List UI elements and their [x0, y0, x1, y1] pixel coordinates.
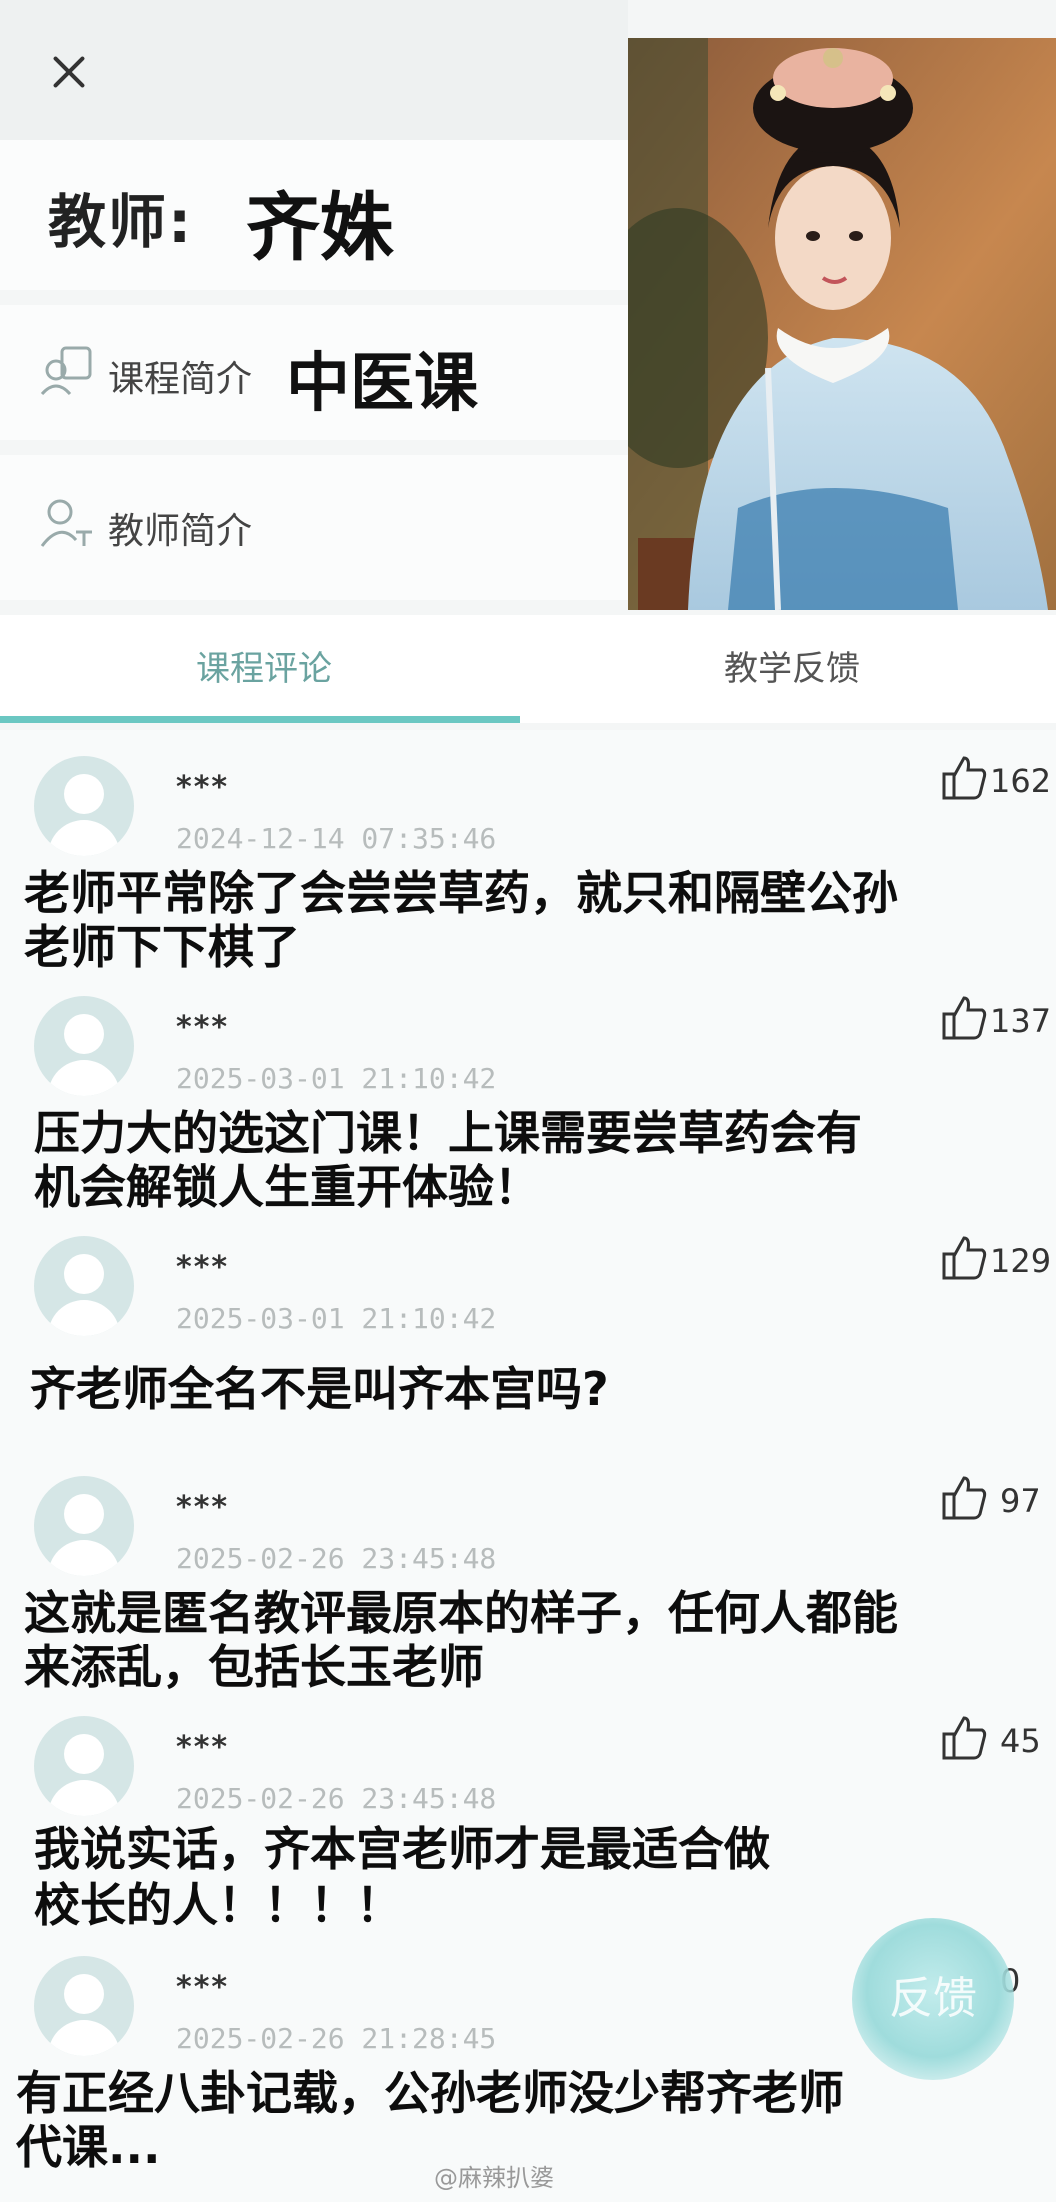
like-count: 162	[990, 762, 1052, 800]
comment-time: 2024-12-14 07:35:46	[176, 822, 497, 855]
tab-bar: 课程评论 教学反馈	[0, 615, 1056, 723]
comment-item: *** 2025-02-26 23:45:48 45 我说实话，齐本宫老师才是最…	[0, 1690, 1056, 1932]
course-intro-icon	[40, 346, 92, 396]
comment-time: 2025-02-26 21:28:45	[176, 2022, 497, 2055]
comment-text: 老师下下棋了	[24, 920, 300, 974]
comment-user: ***	[176, 1970, 230, 2005]
comment-text: 我说实话，齐本宫老师才是最适合做	[34, 1822, 770, 1876]
user-avatar-icon	[34, 1716, 134, 1816]
comment-user: ***	[176, 1250, 230, 1285]
thumbs-up-icon[interactable]	[940, 1714, 988, 1760]
teacher-intro-row[interactable]	[0, 455, 628, 600]
comment-time: 2025-02-26 23:45:48	[176, 1782, 497, 1815]
user-avatar-icon	[34, 1236, 134, 1336]
comment-time: 2025-02-26 23:45:48	[176, 1542, 497, 1575]
teacher-intro-icon	[40, 499, 92, 547]
user-avatar-icon	[34, 1956, 134, 2056]
comment-time: 2025-03-01 21:10:42	[176, 1302, 497, 1335]
like-count: 97	[1000, 1482, 1041, 1520]
comment-text: 来添乱，包括长玉老师	[24, 1640, 484, 1694]
comment-text: 老师平常除了会尝尝草药，就只和隔壁公孙	[24, 866, 898, 920]
feedback-button[interactable]: 反馈	[852, 1918, 1014, 2080]
comment-time: 2025-03-01 21:10:42	[176, 1062, 497, 1095]
watermark: @麻辣扒婆	[434, 2164, 554, 2192]
comment-item: *** 2025-03-01 21:10:42 129 齐老师全名不是叫齐本宫吗…	[0, 1210, 1056, 1450]
comment-item: *** 2024-12-14 07:35:46 162 老师平常除了会尝尝草药，…	[0, 730, 1056, 974]
like-count: 45	[1000, 1722, 1041, 1760]
thumbs-up-icon[interactable]	[940, 1474, 988, 1520]
comment-user: ***	[176, 770, 230, 805]
comment-item: *** 2025-02-26 23:45:48 97 这就是匿名教评最原本的样子…	[0, 1450, 1056, 1694]
comment-item: *** 2025-03-01 21:10:42 137 压力大的选这门课！上课需…	[0, 970, 1056, 1214]
teacher-intro-label: 教师简介	[108, 511, 253, 552]
like-count: 137	[990, 1002, 1052, 1040]
teacher-label: 教师:	[48, 188, 194, 256]
active-tab-indicator	[0, 716, 520, 723]
comment-text: 有正经八卦记载，公孙老师没少帮齐老师	[16, 2066, 844, 2120]
course-name: 中医课	[286, 347, 478, 421]
teacher-name: 齐姝	[246, 185, 394, 271]
comment-text: 这就是匿名教评最原本的样子，任何人都能	[24, 1586, 898, 1640]
tab-teaching-feedback[interactable]: 教学反馈	[528, 615, 1056, 723]
comment-text: 机会解锁人生重开体验！	[34, 1160, 540, 1214]
close-icon[interactable]	[40, 42, 100, 102]
user-avatar-icon	[34, 1476, 134, 1576]
like-count: 129	[990, 1242, 1052, 1280]
thumbs-up-icon[interactable]	[940, 994, 988, 1040]
comment-user: ***	[176, 1490, 230, 1525]
tab-course-comments[interactable]: 课程评论	[0, 615, 528, 723]
comment-text: 压力大的选这门课！上课需要尝草药会有	[34, 1106, 862, 1160]
thumbs-up-icon[interactable]	[940, 754, 988, 800]
course-intro-label: 课程简介	[108, 359, 253, 400]
comment-text: 齐老师全名不是叫齐本宫吗?	[30, 1362, 609, 1416]
teacher-portrait-image	[628, 38, 1056, 610]
thumbs-up-icon[interactable]	[940, 1234, 988, 1280]
comment-user: ***	[176, 1730, 230, 1765]
user-avatar-icon	[34, 756, 134, 856]
user-avatar-icon	[34, 996, 134, 1096]
comment-user: ***	[176, 1010, 230, 1045]
